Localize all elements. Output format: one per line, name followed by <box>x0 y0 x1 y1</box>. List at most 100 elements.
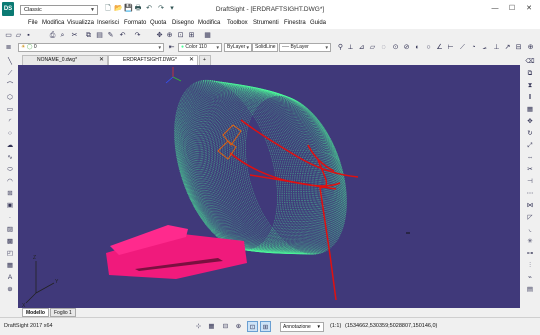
polar-icon[interactable]: ⊕ <box>233 321 244 332</box>
arc-icon[interactable]: ◜ <box>5 118 15 126</box>
new-tab-button[interactable]: + <box>199 55 211 65</box>
add-selected-icon[interactable]: ⊕ <box>5 286 15 294</box>
maximize-button[interactable]: ☐ <box>505 3 519 15</box>
undo-icon[interactable]: ↶ <box>145 5 153 13</box>
menu-guida[interactable]: Guida <box>310 20 326 26</box>
esnap-icon[interactable]: ⊡ <box>247 321 258 332</box>
match-properties-icon[interactable]: ⚲ <box>336 43 345 52</box>
match-properties-icon[interactable]: ✎ <box>106 31 115 40</box>
ortho-icon[interactable]: ⊟ <box>220 321 231 332</box>
extend-icon[interactable]: ⊣ <box>525 178 535 186</box>
dimension-aligned-icon[interactable]: ⟋ <box>458 43 467 52</box>
cut-icon[interactable]: ✂ <box>70 31 79 40</box>
menu-file[interactable]: File <box>28 20 38 26</box>
spline-icon[interactable]: ∿ <box>5 154 15 162</box>
open-icon[interactable]: ▱ <box>14 31 23 40</box>
rotate-icon[interactable]: ↻ <box>525 130 535 138</box>
tab-noname[interactable]: NONAME_0.dwg* ✕ <box>22 55 108 65</box>
undo-icon[interactable]: ↶ <box>118 31 127 40</box>
paste-icon[interactable]: ▤ <box>95 31 104 40</box>
etrack-icon[interactable]: ⊞ <box>260 321 271 332</box>
mirror-icon[interactable]: ⧗ <box>525 82 535 90</box>
menu-strumenti[interactable]: Strumenti <box>253 20 279 26</box>
tab-foglio-1[interactable]: Foglio 1 <box>50 308 76 317</box>
pattern-icon[interactable]: ▦ <box>525 106 535 114</box>
copy-icon[interactable]: ⧉ <box>84 31 93 40</box>
menu-inserisci[interactable]: Inserisci <box>97 20 119 26</box>
gradient-icon[interactable]: ▩ <box>5 238 15 246</box>
menu-finestra[interactable]: Finestra <box>284 20 306 26</box>
snap-icon[interactable]: ⊹ <box>193 321 204 332</box>
tolerance-icon[interactable]: ⊟ <box>514 43 523 52</box>
offset-icon[interactable]: ⫴ <box>525 94 535 102</box>
new-icon[interactable]: ▭ <box>4 31 13 40</box>
table-icon[interactable]: ▦ <box>5 262 15 270</box>
align-icon[interactable]: ⫶ <box>525 262 535 270</box>
chamfer-icon[interactable]: ◸ <box>525 214 535 222</box>
redo-icon[interactable]: ↷ <box>133 31 142 40</box>
circle-measure-icon[interactable]: ◌ <box>379 43 388 52</box>
menu-modifica[interactable]: Modifica <box>42 20 64 26</box>
dimension-ordinate-icon[interactable]: ⊥ <box>492 43 501 52</box>
dimension-linear-icon[interactable]: ⊢ <box>446 43 455 52</box>
divide-icon[interactable]: ⊶ <box>525 250 535 258</box>
stretch-icon[interactable]: ⇔ <box>525 154 535 162</box>
center-mark-icon[interactable]: ⊕ <box>526 43 535 52</box>
dimension-icon[interactable]: ⟂ <box>346 43 355 52</box>
properties-icon[interactable]: ▤ <box>525 286 535 294</box>
line-icon[interactable]: ╲ <box>5 58 15 66</box>
zoom-fit-icon[interactable]: ⊞ <box>187 31 196 40</box>
linetype-select[interactable]: SolidLine <box>252 43 278 52</box>
tab-modello[interactable]: Modello <box>22 308 49 317</box>
fillet-icon[interactable]: ◟ <box>525 226 535 234</box>
insert-block-icon[interactable]: ⊞ <box>5 190 15 198</box>
ellipse-arc-icon[interactable]: ◠ <box>5 178 15 186</box>
grid-icon[interactable]: ▦ <box>206 321 217 332</box>
zoom-icon[interactable]: ⊕ <box>165 31 174 40</box>
menu-visualizza[interactable]: Visualizza <box>67 20 94 26</box>
circle-icon[interactable]: ○ <box>5 130 15 138</box>
dimension-radius-icon[interactable]: ◔ <box>469 43 478 52</box>
menu-quota[interactable]: Quota <box>150 20 166 26</box>
explode-icon[interactable]: ✳ <box>525 238 535 246</box>
point-icon[interactable]: · <box>5 214 15 222</box>
menu-disegno[interactable]: Disegno <box>172 20 194 26</box>
redo-icon[interactable]: ↷ <box>157 5 165 13</box>
annotation-select[interactable]: Annotazione ▼ <box>280 322 324 332</box>
drawing-canvas[interactable]: Z Y X <box>18 65 520 308</box>
layer-previous-icon[interactable]: ⇤ <box>167 43 176 52</box>
print-icon[interactable]: 🖶 <box>134 5 142 13</box>
ellipse-icon[interactable]: ⬭ <box>5 166 15 174</box>
leader-icon[interactable]: ↗ <box>503 43 512 52</box>
circle-icon[interactable]: ○ <box>424 43 433 52</box>
angle-icon[interactable]: ∠ <box>435 43 444 52</box>
menu-toolbox[interactable]: Toolbox <box>227 20 248 26</box>
lineweight-select[interactable]: ── ByLayer ▼ <box>279 43 331 52</box>
zoom-window-icon[interactable]: ⊡ <box>176 31 185 40</box>
customize-chevron-icon[interactable]: ▾ <box>168 5 176 13</box>
polyline-icon[interactable]: ⌒ <box>5 82 15 90</box>
erase-icon[interactable]: ⌫ <box>525 58 535 66</box>
close-button[interactable]: ✕ <box>522 3 536 15</box>
close-icon[interactable]: ✕ <box>189 56 194 65</box>
layer-manager-icon[interactable]: ≣ <box>4 43 13 52</box>
edit-polyline-icon[interactable]: ⌁ <box>525 274 535 282</box>
pan-icon[interactable]: ✥ <box>155 31 164 40</box>
measure-icon[interactable]: ⊿ <box>357 43 366 52</box>
join-icon[interactable]: ⋈ <box>525 202 535 210</box>
region-icon[interactable]: ◰ <box>5 250 15 258</box>
tab-erdraftsight[interactable]: ERDRAFTSIGHT.DWG* ✕ <box>108 55 198 65</box>
note-icon[interactable]: A <box>5 274 15 282</box>
menu-modifica-2[interactable]: Modifica <box>198 20 220 26</box>
polygon-icon[interactable]: ⬡ <box>5 94 15 102</box>
scale-icon[interactable]: ⤢ <box>525 142 535 150</box>
infinite-line-icon[interactable]: ⟋ <box>5 70 15 78</box>
area-icon[interactable]: ▱ <box>368 43 377 52</box>
workspace-select[interactable]: Classic ▼ <box>20 5 98 15</box>
trim-icon[interactable]: ✂ <box>525 166 535 174</box>
open-folder-icon[interactable]: 📂 <box>114 5 123 13</box>
save-icon[interactable]: ▪ <box>24 31 33 40</box>
hatch-icon[interactable]: ▨ <box>5 226 15 234</box>
save-icon[interactable]: 💾 <box>124 5 133 13</box>
print-preview-icon[interactable]: ⌕ <box>58 31 67 40</box>
